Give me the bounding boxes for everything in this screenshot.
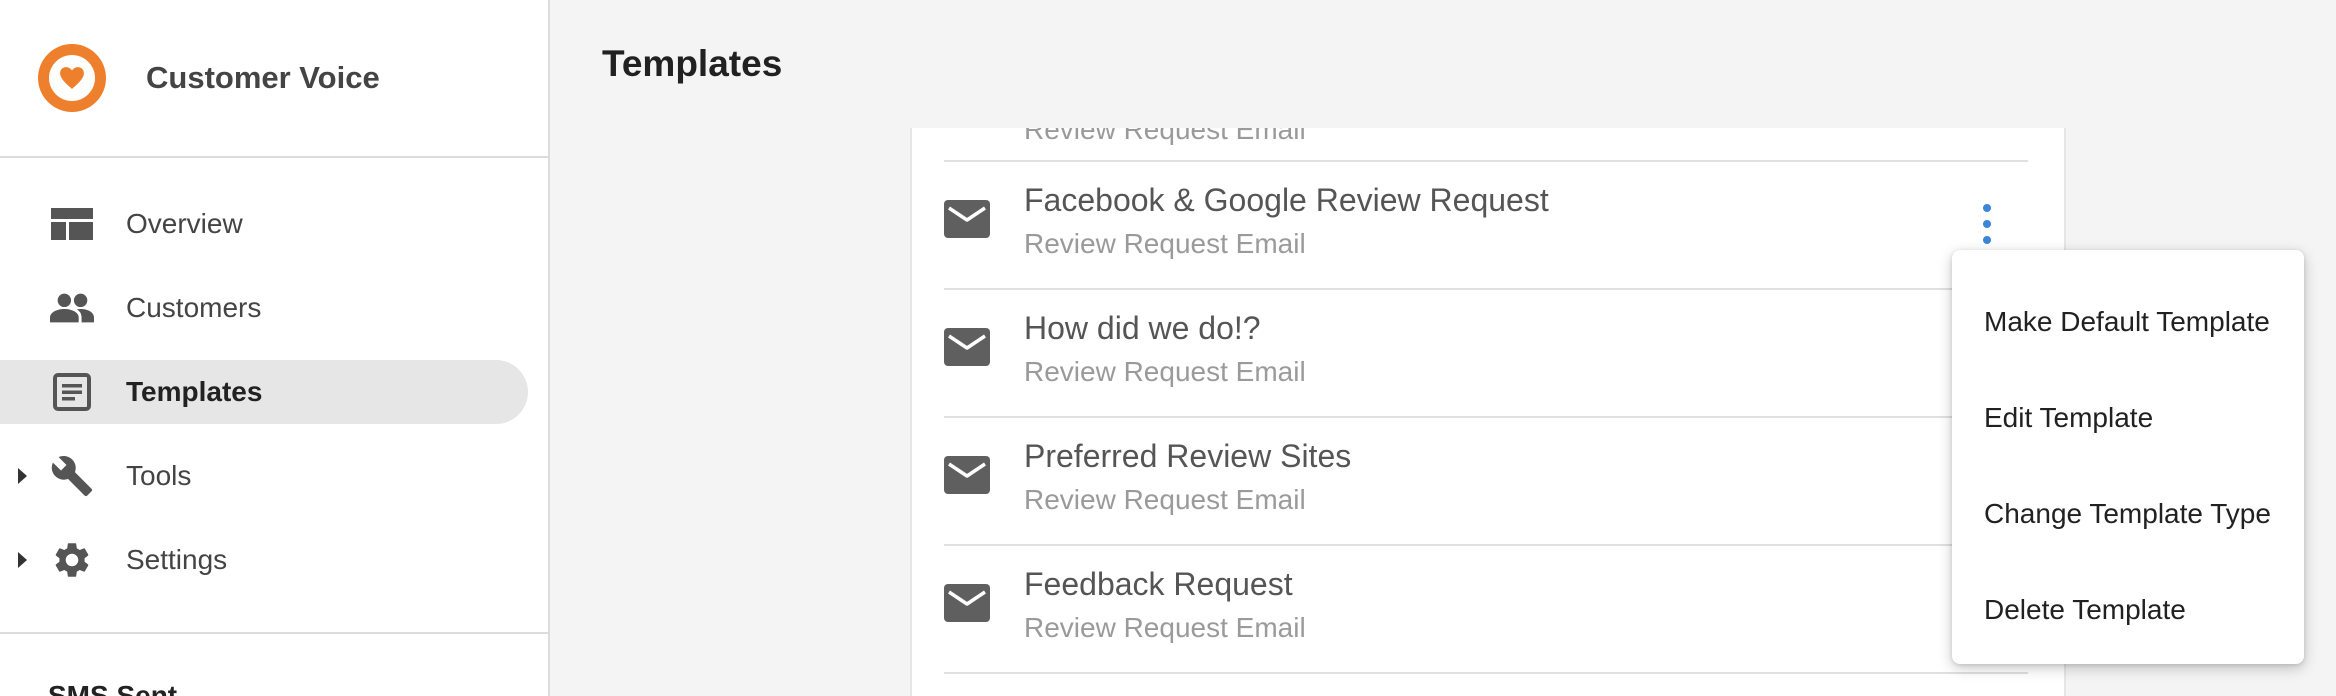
sidebar-item-templates[interactable]: Templates bbox=[0, 360, 528, 424]
brand-header: Customer Voice bbox=[0, 0, 548, 158]
template-type: Review Request Email bbox=[1024, 228, 1306, 259]
sidebar-item-label: Templates bbox=[126, 376, 263, 407]
mail-icon bbox=[944, 456, 990, 494]
people-icon bbox=[50, 286, 94, 330]
overview-icon bbox=[50, 202, 94, 246]
expand-caret-icon[interactable] bbox=[18, 552, 27, 568]
template-context-menu: Make Default Template Edit Template Chan… bbox=[1952, 250, 2304, 664]
templates-icon bbox=[50, 370, 94, 414]
list-item[interactable]: Review Request Email bbox=[944, 128, 2028, 162]
more-options-icon[interactable] bbox=[1980, 204, 1994, 244]
templates-list: Review Request Email Facebook & Google R… bbox=[944, 128, 2028, 674]
page-header: Templates bbox=[550, 0, 2336, 128]
template-title: Feedback Request bbox=[1024, 566, 1293, 602]
list-item[interactable]: Preferred Review Sites Review Request Em… bbox=[944, 418, 2028, 546]
template-type: Review Request Email bbox=[1024, 128, 1306, 145]
list-item[interactable]: How did we do!? Review Request Email bbox=[944, 290, 2028, 418]
sidebar-item-settings[interactable]: Settings bbox=[0, 528, 528, 592]
sidebar-item-customers[interactable]: Customers bbox=[0, 276, 528, 340]
template-title: How did we do!? bbox=[1024, 310, 1261, 346]
list-item[interactable]: Feedback Request Review Request Email bbox=[944, 546, 2028, 674]
sidebar-item-label: Overview bbox=[126, 208, 243, 239]
sidebar-item-tools[interactable]: Tools bbox=[0, 444, 528, 508]
sidebar-nav: Overview Customers Templates Tools Setti… bbox=[0, 158, 548, 592]
mail-icon bbox=[944, 584, 990, 622]
sidebar-item-label: Tools bbox=[126, 460, 192, 491]
app-name: Customer Voice bbox=[146, 60, 380, 95]
make-default-template-menu-item[interactable]: Make Default Template bbox=[1952, 274, 2304, 370]
change-template-type-menu-item[interactable]: Change Template Type bbox=[1952, 466, 2304, 562]
template-title: Facebook & Google Review Request bbox=[1024, 182, 1549, 218]
gear-icon bbox=[50, 538, 94, 582]
sidebar: Customer Voice Overview Customers Templa… bbox=[0, 0, 550, 696]
sms-sent-label: SMS Sent bbox=[48, 680, 178, 696]
list-item[interactable]: Facebook & Google Review Request Review … bbox=[944, 162, 2028, 290]
templates-card: Review Request Email Facebook & Google R… bbox=[910, 128, 2066, 696]
page-title: Templates bbox=[602, 43, 783, 84]
mail-icon bbox=[944, 200, 990, 238]
template-title: Preferred Review Sites bbox=[1024, 438, 1352, 474]
edit-template-menu-item[interactable]: Edit Template bbox=[1952, 370, 2304, 466]
template-type: Review Request Email bbox=[1024, 356, 1306, 387]
template-type: Review Request Email bbox=[1024, 484, 1306, 515]
template-type: Review Request Email bbox=[1024, 612, 1306, 643]
sidebar-divider bbox=[0, 632, 548, 634]
mail-icon bbox=[944, 328, 990, 366]
expand-caret-icon[interactable] bbox=[18, 468, 27, 484]
customer-voice-logo-icon bbox=[38, 44, 106, 112]
delete-template-menu-item[interactable]: Delete Template bbox=[1952, 562, 2304, 658]
sidebar-item-label: Settings bbox=[126, 544, 228, 575]
sidebar-item-overview[interactable]: Overview bbox=[0, 192, 528, 256]
sidebar-item-label: Customers bbox=[126, 292, 262, 323]
wrench-icon bbox=[50, 454, 94, 498]
